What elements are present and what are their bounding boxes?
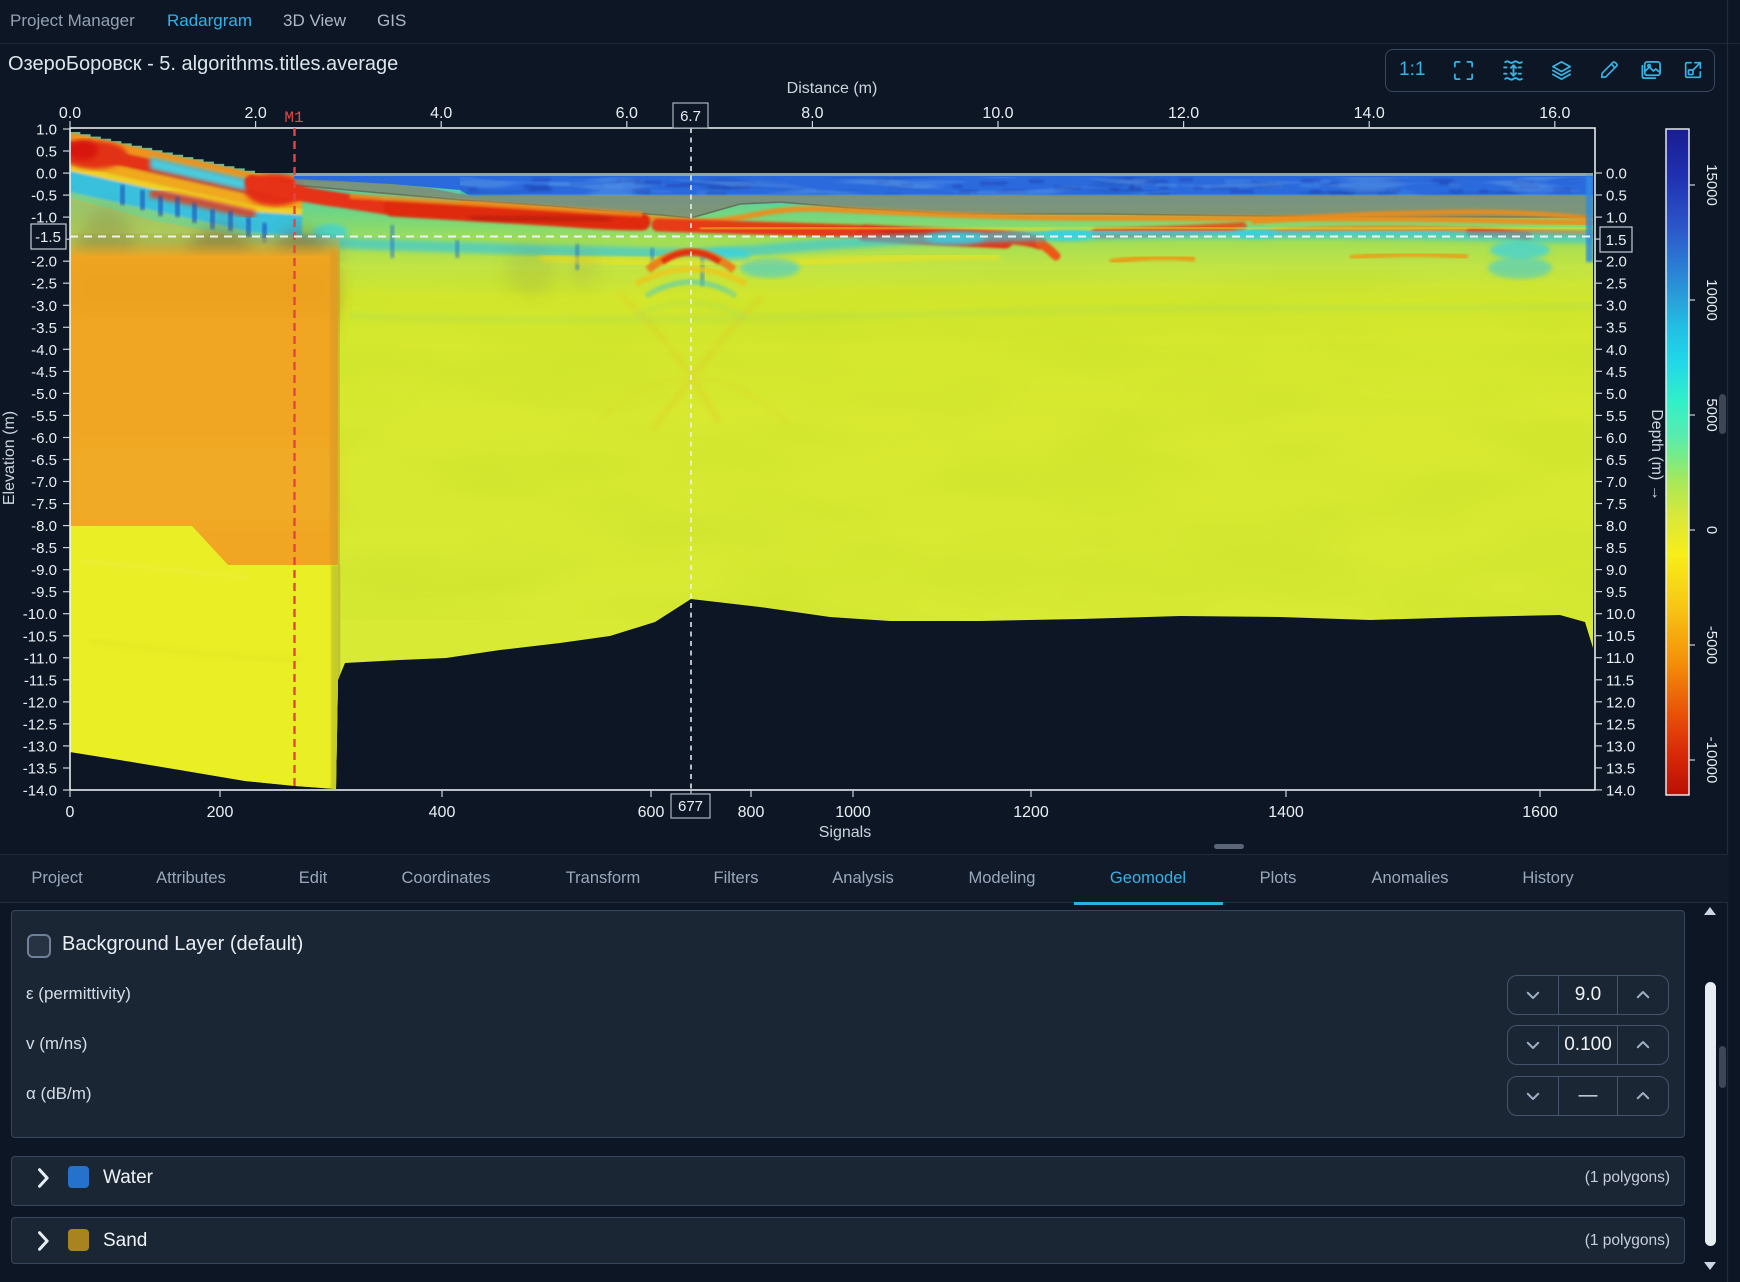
- svg-text:-6.5: -6.5: [31, 452, 57, 469]
- svg-text:1400: 1400: [1268, 804, 1304, 821]
- svg-text:12.0: 12.0: [1606, 694, 1635, 711]
- svg-text:3.5: 3.5: [1606, 320, 1627, 337]
- svg-text:-13.0: -13.0: [23, 738, 57, 755]
- svg-text:10.0: 10.0: [982, 105, 1013, 122]
- svg-text:600: 600: [638, 804, 665, 821]
- svg-text:8.0: 8.0: [801, 105, 823, 122]
- svg-text:-13.5: -13.5: [23, 761, 57, 778]
- svg-text:0: 0: [1703, 526, 1720, 534]
- svg-text:-11.5: -11.5: [24, 672, 57, 689]
- svg-text:-1.5: -1.5: [35, 229, 61, 246]
- svg-text:-5.5: -5.5: [31, 408, 57, 425]
- svg-text:-5.0: -5.0: [31, 386, 57, 403]
- svg-text:-11.0: -11.0: [24, 650, 57, 667]
- svg-text:3.0: 3.0: [1606, 298, 1627, 315]
- svg-text:1000: 1000: [835, 804, 871, 821]
- svg-text:-7.0: -7.0: [31, 474, 57, 491]
- svg-text:13.5: 13.5: [1606, 760, 1635, 777]
- svg-text:7.5: 7.5: [1606, 496, 1627, 513]
- svg-text:1600: 1600: [1522, 804, 1558, 821]
- svg-text:0.5: 0.5: [1606, 188, 1627, 205]
- svg-text:4.0: 4.0: [1606, 342, 1627, 359]
- svg-text:1.5: 1.5: [1606, 232, 1627, 249]
- svg-text:200: 200: [207, 804, 234, 821]
- svg-text:10000: 10000: [1703, 279, 1720, 321]
- svg-text:12.5: 12.5: [1606, 716, 1635, 733]
- svg-text:11.5: 11.5: [1606, 672, 1634, 689]
- svg-text:677: 677: [678, 798, 703, 815]
- svg-text:400: 400: [429, 804, 456, 821]
- svg-text:4.5: 4.5: [1606, 364, 1627, 381]
- svg-text:Signals: Signals: [819, 824, 871, 841]
- svg-text:-4.0: -4.0: [31, 342, 57, 359]
- svg-text:0: 0: [66, 804, 75, 821]
- svg-text:-12.0: -12.0: [23, 694, 57, 711]
- svg-text:-4.5: -4.5: [31, 364, 57, 381]
- svg-text:M1: M1: [284, 109, 303, 127]
- svg-text:10.5: 10.5: [1606, 628, 1635, 645]
- svg-text:-10000: -10000: [1703, 737, 1720, 784]
- svg-text:-5000: -5000: [1703, 626, 1720, 664]
- svg-text:800: 800: [738, 804, 765, 821]
- svg-text:-12.5: -12.5: [23, 716, 57, 733]
- svg-text:6.0: 6.0: [1606, 430, 1627, 447]
- svg-text:6.7: 6.7: [680, 108, 701, 125]
- svg-text:-8.0: -8.0: [31, 518, 57, 535]
- svg-text:5.0: 5.0: [1606, 386, 1627, 403]
- svg-text:-9.5: -9.5: [31, 584, 57, 601]
- svg-text:5.5: 5.5: [1606, 408, 1627, 425]
- svg-text:-7.5: -7.5: [31, 496, 57, 513]
- svg-text:Distance (m): Distance (m): [787, 80, 878, 97]
- svg-text:-2.0: -2.0: [31, 254, 57, 271]
- svg-text:12.0: 12.0: [1168, 105, 1199, 122]
- svg-text:-2.5: -2.5: [31, 276, 57, 293]
- svg-text:2.5: 2.5: [1606, 276, 1627, 293]
- svg-text:1.0: 1.0: [1606, 210, 1627, 227]
- svg-text:13.0: 13.0: [1606, 738, 1635, 755]
- svg-text:4.0: 4.0: [430, 105, 452, 122]
- svg-text:9.0: 9.0: [1606, 562, 1627, 579]
- svg-text:0.5: 0.5: [36, 144, 57, 161]
- svg-text:-8.5: -8.5: [31, 540, 57, 557]
- svg-text:-6.0: -6.0: [31, 430, 57, 447]
- svg-text:-3.0: -3.0: [31, 298, 57, 315]
- svg-text:0.0: 0.0: [59, 105, 81, 122]
- svg-text:16.0: 16.0: [1539, 105, 1570, 122]
- svg-text:1.0: 1.0: [36, 122, 57, 139]
- svg-text:9.5: 9.5: [1606, 584, 1627, 601]
- svg-text:1200: 1200: [1013, 804, 1049, 821]
- svg-text:2.0: 2.0: [1606, 254, 1627, 271]
- svg-text:Depth (m) →: Depth (m) →: [1648, 409, 1665, 501]
- svg-text:5000: 5000: [1703, 398, 1720, 431]
- svg-text:-14.0: -14.0: [23, 783, 57, 800]
- svg-text:-10.0: -10.0: [23, 606, 57, 623]
- svg-text:6.0: 6.0: [616, 105, 638, 122]
- svg-text:-3.5: -3.5: [31, 320, 57, 337]
- svg-text:2.0: 2.0: [244, 105, 266, 122]
- svg-text:11.0: 11.0: [1606, 650, 1634, 667]
- svg-text:8.5: 8.5: [1606, 540, 1627, 557]
- svg-text:Elevation (m): Elevation (m): [1, 411, 18, 505]
- svg-text:8.0: 8.0: [1606, 518, 1627, 535]
- svg-text:-9.0: -9.0: [31, 562, 57, 579]
- svg-text:6.5: 6.5: [1606, 452, 1627, 469]
- svg-text:0.0: 0.0: [1606, 166, 1627, 183]
- svg-text:14.0: 14.0: [1354, 105, 1385, 122]
- svg-text:0.0: 0.0: [36, 166, 57, 183]
- svg-text:7.0: 7.0: [1606, 474, 1627, 491]
- svg-text:15000: 15000: [1703, 164, 1720, 206]
- svg-text:-0.5: -0.5: [31, 188, 57, 205]
- svg-text:10.0: 10.0: [1606, 606, 1635, 623]
- svg-text:14.0: 14.0: [1606, 782, 1635, 799]
- svg-text:-10.5: -10.5: [23, 628, 57, 645]
